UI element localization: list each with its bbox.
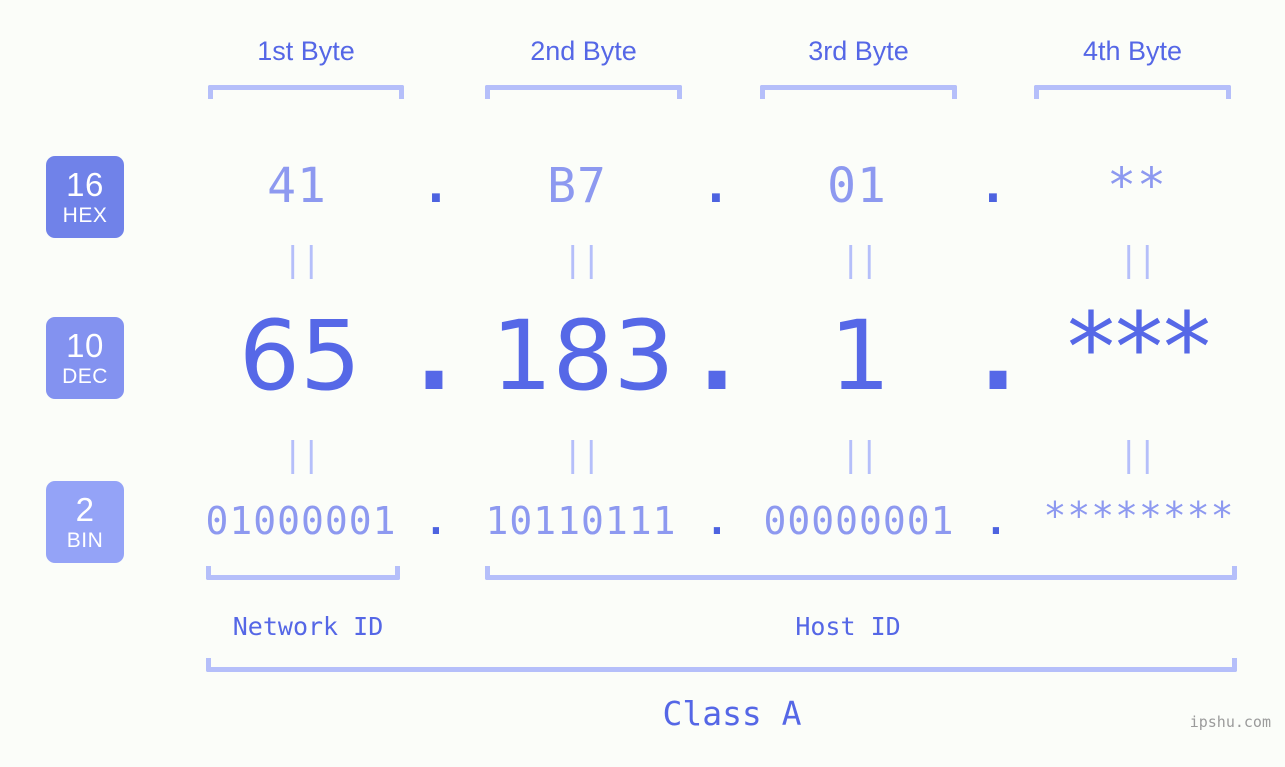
equals-mark-hex-dec-3: || xyxy=(840,240,880,280)
radix-badge-hex-number: 16 xyxy=(66,166,104,203)
byte-header-3-label: 3rd Byte xyxy=(808,36,909,66)
byte-header-1: 1st Byte xyxy=(208,36,404,67)
byte-bracket-1 xyxy=(208,85,404,99)
host-id-bracket xyxy=(485,566,1237,580)
byte-header-1-label: 1st Byte xyxy=(257,36,355,66)
hex-byte-2: B7 xyxy=(547,158,607,214)
dec-byte-1: 65 xyxy=(238,300,362,412)
dec-separator-2: . xyxy=(698,300,736,412)
host-id-label: Host ID xyxy=(795,612,901,641)
hex-byte-4: ** xyxy=(1107,158,1167,214)
byte-header-3: 3rd Byte xyxy=(760,36,957,67)
bin-byte-1: 01000001 xyxy=(205,499,397,543)
bin-byte-4: ******** xyxy=(1043,494,1235,538)
equals-mark-dec-bin-1: || xyxy=(282,435,322,475)
radix-badge-bin: 2 BIN xyxy=(46,481,124,563)
byte-bracket-2 xyxy=(485,85,682,99)
equals-mark-hex-dec-2: || xyxy=(562,240,602,280)
byte-header-2-label: 2nd Byte xyxy=(530,36,637,66)
ip-address-breakdown-diagram: 1st Byte 2nd Byte 3rd Byte 4th Byte 16 H… xyxy=(0,0,1285,767)
dec-byte-3: 1 xyxy=(829,300,891,412)
radix-badge-bin-number: 2 xyxy=(75,491,95,528)
bin-byte-2: 10110111 xyxy=(485,499,677,543)
dec-separator-1: . xyxy=(415,300,453,412)
radix-badge-dec: 10 DEC xyxy=(46,317,124,399)
site-watermark: ipshu.com xyxy=(1189,713,1271,731)
radix-badge-dec-number: 10 xyxy=(66,327,104,364)
network-id-label: Network ID xyxy=(232,612,384,641)
hex-separator-2: . xyxy=(701,158,731,214)
radix-badge-dec-name: DEC xyxy=(62,365,108,388)
equals-mark-hex-dec-1: || xyxy=(282,240,322,280)
ip-class-label: Class A xyxy=(662,694,802,733)
byte-header-4-label: 4th Byte xyxy=(1082,36,1183,66)
bin-separator-3: . xyxy=(984,499,1008,543)
hex-byte-3: 01 xyxy=(827,158,887,214)
byte-bracket-4 xyxy=(1034,85,1231,99)
bin-separator-2: . xyxy=(705,499,729,543)
equals-mark-dec-bin-4: || xyxy=(1118,435,1158,475)
radix-badge-bin-name: BIN xyxy=(66,529,104,552)
network-id-bracket xyxy=(206,566,400,580)
hex-separator-3: . xyxy=(978,158,1008,214)
byte-bracket-3 xyxy=(760,85,957,99)
bin-separator-1: . xyxy=(424,499,448,543)
hex-byte-1: 41 xyxy=(267,158,327,214)
equals-mark-hex-dec-4: || xyxy=(1118,240,1158,280)
byte-header-4: 4th Byte xyxy=(1034,36,1231,67)
dec-byte-4: *** xyxy=(1067,292,1211,404)
bin-byte-3: 00000001 xyxy=(763,499,955,543)
byte-header-2: 2nd Byte xyxy=(485,36,682,67)
radix-badge-hex: 16 HEX xyxy=(46,156,124,238)
equals-mark-dec-bin-2: || xyxy=(562,435,602,475)
ip-class-bracket xyxy=(206,658,1237,672)
dec-byte-2: 183 xyxy=(491,300,675,412)
hex-separator-1: . xyxy=(421,158,451,214)
dec-separator-3: . xyxy=(979,300,1017,412)
equals-mark-dec-bin-3: || xyxy=(840,435,880,475)
radix-badge-hex-name: HEX xyxy=(62,204,108,227)
